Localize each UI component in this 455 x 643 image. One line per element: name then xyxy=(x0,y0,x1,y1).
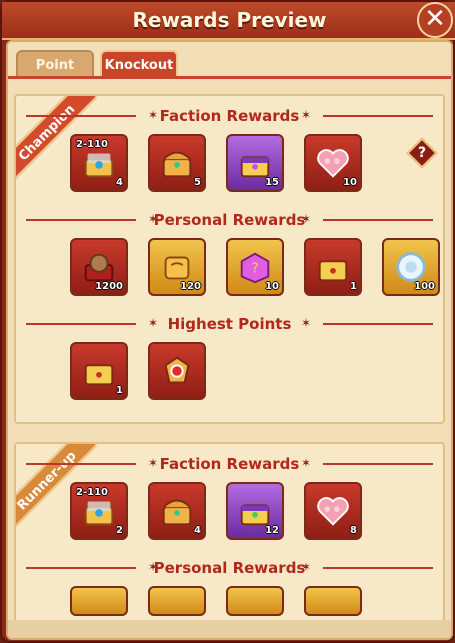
reward-item[interactable]: ? 10 xyxy=(226,238,284,296)
item-count: 5 xyxy=(194,177,201,188)
personal-rewards-header: ✶ Personal Rewards ✶ xyxy=(16,558,443,578)
highest-points-header: ✶ Highest Points ✶ xyxy=(16,314,443,334)
golden-chest-icon xyxy=(84,364,114,386)
treasure-chest-icon xyxy=(162,151,192,178)
personal-rewards-title: Personal Rewards xyxy=(153,211,306,229)
item-count: 4 xyxy=(116,177,123,188)
reward-item[interactable] xyxy=(226,586,284,616)
divider-line xyxy=(26,115,136,117)
reward-item[interactable] xyxy=(148,586,206,616)
faction-rewards-title: Faction Rewards xyxy=(159,455,300,473)
item-count: 1 xyxy=(116,385,123,396)
treasure-chest-open-icon xyxy=(84,153,114,178)
divider-line xyxy=(323,115,433,117)
reward-item[interactable]: 1 xyxy=(304,238,362,296)
reward-item[interactable]: 15 xyxy=(226,134,284,192)
reward-item[interactable]: 4 xyxy=(148,482,206,540)
reward-item[interactable]: 120 xyxy=(148,238,206,296)
highest-points-items: 1 xyxy=(16,342,443,402)
divider-line xyxy=(26,463,136,465)
divider-line xyxy=(323,463,433,465)
reward-item[interactable] xyxy=(304,586,362,616)
ornament-icon: ✶ xyxy=(300,560,312,574)
reward-item[interactable] xyxy=(70,586,128,616)
reward-item[interactable]: 8 xyxy=(304,482,362,540)
ornament-icon: ✶ xyxy=(300,108,312,122)
item-count: 10 xyxy=(265,281,279,292)
item-count: 12 xyxy=(265,525,279,536)
close-icon: ✕ xyxy=(424,4,446,34)
item-count: 8 xyxy=(350,525,357,536)
scroll-footer xyxy=(8,620,451,638)
item-count: 15 xyxy=(265,177,279,188)
divider-line xyxy=(323,567,433,569)
tab-knockout[interactable]: Knockout xyxy=(100,50,178,78)
divider-line xyxy=(26,567,136,569)
reward-item[interactable]: 12 xyxy=(226,482,284,540)
close-button[interactable]: ✕ xyxy=(417,2,453,38)
ornament-icon: ✶ xyxy=(300,212,312,226)
ornament-icon: ✶ xyxy=(300,456,312,470)
reward-item[interactable]: 2-110 2 xyxy=(70,482,128,540)
reward-item[interactable]: 100 xyxy=(382,238,440,296)
divider-line xyxy=(323,219,433,221)
svg-text:?: ? xyxy=(251,262,258,277)
window-title: Rewards Preview xyxy=(132,8,327,32)
faction-rewards-title: Faction Rewards xyxy=(159,107,300,125)
item-count: 2 xyxy=(116,525,123,536)
reward-item[interactable]: 1 xyxy=(70,342,128,400)
runner-up-panel: Runner-up ✶ Faction Rewards ✶ 2-110 2 4 … xyxy=(14,442,445,638)
personal-rewards-header: ✶ Personal Rewards ✶ xyxy=(16,210,443,230)
reward-item[interactable]: 1200 xyxy=(70,238,128,296)
reward-item[interactable]: 5 xyxy=(148,134,206,192)
reward-item[interactable]: 10 xyxy=(304,134,362,192)
item-count: 100 xyxy=(414,281,435,292)
ornament-icon: ✶ xyxy=(300,316,312,330)
tab-underline xyxy=(8,76,451,79)
divider-line xyxy=(323,323,433,325)
divider-line xyxy=(26,323,136,325)
content-area: Point Knockout Champion ✶ Faction Reward… xyxy=(6,40,453,640)
faction-rewards-header: ✶ Faction Rewards ✶ xyxy=(16,106,443,126)
reward-item[interactable] xyxy=(148,342,206,400)
item-count: 120 xyxy=(180,281,201,292)
faction-rewards-items: 2-110 4 5 15 10 xyxy=(16,134,443,194)
item-count: 10 xyxy=(343,177,357,188)
medal-badge-icon xyxy=(164,356,190,384)
item-count: 1 xyxy=(350,281,357,292)
personal-rewards-title: Personal Rewards xyxy=(153,559,306,577)
treasure-chest-open-icon xyxy=(84,501,114,526)
faction-rewards-header: ✶ Faction Rewards ✶ xyxy=(16,454,443,474)
faction-rewards-items: 2-110 2 4 12 8 xyxy=(16,482,443,542)
ornament-icon: ✶ xyxy=(147,316,159,330)
item-count: 1200 xyxy=(95,281,123,292)
item-count: 4 xyxy=(194,525,201,536)
reward-item[interactable]: 2-110 4 xyxy=(70,134,128,192)
title-bar: Rewards Preview ✕ xyxy=(2,2,455,40)
flower-heart-icon xyxy=(317,497,349,526)
highest-points-title: Highest Points xyxy=(167,315,292,333)
personal-rewards-items: 1200 120 ? 10 1 100 xyxy=(16,238,443,298)
rewards-preview-window: Rewards Preview ✕ Point Knockout Champio… xyxy=(0,0,455,643)
divider-line xyxy=(26,219,136,221)
golden-chest-icon xyxy=(318,260,348,282)
tab-point[interactable]: Point xyxy=(16,50,94,78)
treasure-chest-icon xyxy=(162,499,192,526)
champion-panel: Champion ✶ Faction Rewards ✶ ? 2-110 4 5… xyxy=(14,94,445,424)
